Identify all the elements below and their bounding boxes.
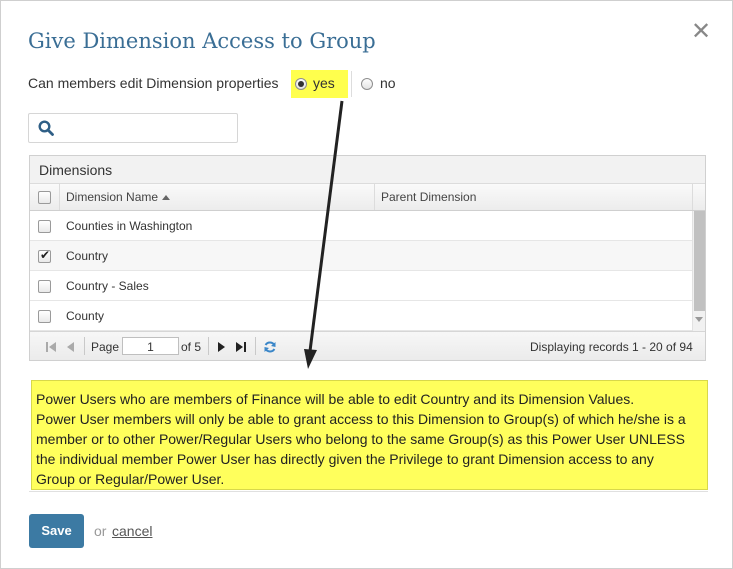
dimensions-grid: Dimensions Dimension Name Parent Dimensi… bbox=[29, 155, 706, 361]
column-parent-dimension-label: Parent Dimension bbox=[381, 190, 477, 204]
sort-ascending-icon bbox=[162, 195, 171, 200]
grid-header: Dimension Name Parent Dimension bbox=[30, 184, 705, 211]
note-line: Power User members will only be able to … bbox=[36, 411, 686, 427]
search-icon bbox=[38, 120, 54, 136]
scrollbar-thumb[interactable] bbox=[694, 211, 705, 311]
pager-divider bbox=[255, 337, 256, 355]
table-row[interactable]: Country - Sales bbox=[30, 271, 692, 301]
pager-divider bbox=[208, 337, 209, 355]
info-note: Power Users who are members of Finance w… bbox=[31, 380, 708, 490]
grid-rows: Counties in Washington Country Country -… bbox=[30, 211, 692, 331]
cancel-link[interactable]: cancel bbox=[112, 523, 152, 539]
table-row[interactable]: Counties in Washington bbox=[30, 211, 692, 241]
note-line: member or to other Power/Regular Users w… bbox=[36, 431, 685, 447]
dialog-title: Give Dimension Access to Group bbox=[28, 29, 376, 53]
radio-yes[interactable] bbox=[295, 78, 307, 90]
radio-no-label[interactable]: no bbox=[380, 75, 396, 91]
divider bbox=[29, 491, 708, 492]
row-checkbox[interactable] bbox=[38, 220, 51, 233]
dimension-name: Country bbox=[66, 249, 109, 263]
scroll-down-icon[interactable] bbox=[695, 317, 703, 322]
table-row[interactable]: County bbox=[30, 301, 692, 331]
next-page-icon[interactable] bbox=[214, 340, 228, 354]
search-input[interactable] bbox=[28, 113, 238, 143]
row-checkbox[interactable] bbox=[38, 280, 51, 293]
close-icon[interactable]: ✕ bbox=[691, 19, 711, 43]
row-checkbox[interactable] bbox=[38, 248, 51, 263]
note-line: Group or Regular/Power User. bbox=[36, 471, 225, 487]
table-row[interactable]: Country bbox=[30, 241, 692, 271]
pager: Page 1 of 5 Displaying records 1 - 20 of… bbox=[30, 331, 705, 360]
row-checkbox[interactable] bbox=[38, 310, 51, 323]
divider bbox=[351, 71, 352, 97]
last-page-icon[interactable] bbox=[234, 340, 248, 354]
dimension-name: Country - Sales bbox=[66, 279, 149, 293]
vertical-scrollbar[interactable] bbox=[692, 211, 705, 331]
column-parent-dimension[interactable]: Parent Dimension bbox=[375, 184, 693, 210]
note-line: Power Users who are members of Finance w… bbox=[36, 391, 635, 407]
previous-page-icon[interactable] bbox=[64, 340, 78, 354]
column-dimension-name[interactable]: Dimension Name bbox=[60, 184, 375, 210]
radio-no[interactable] bbox=[361, 78, 373, 90]
records-status: Displaying records 1 - 20 of 94 bbox=[530, 340, 693, 354]
grid-title: Dimensions bbox=[30, 156, 705, 184]
radio-yes-label[interactable]: yes bbox=[313, 75, 335, 91]
select-all-checkbox[interactable] bbox=[38, 191, 51, 204]
dimension-name: County bbox=[66, 309, 105, 323]
pager-divider bbox=[84, 337, 85, 355]
header-select-all bbox=[30, 184, 60, 210]
first-page-icon[interactable] bbox=[44, 340, 58, 354]
column-dimension-name-label: Dimension Name bbox=[66, 190, 159, 204]
page-label: Page bbox=[91, 340, 120, 354]
or-label: or bbox=[94, 523, 107, 539]
note-line: the individual member Power User has dir… bbox=[36, 451, 654, 467]
dimension-name: Counties in Washington bbox=[66, 219, 193, 233]
edit-properties-label: Can members edit Dimension properties bbox=[28, 75, 279, 91]
save-button[interactable]: Save bbox=[29, 514, 84, 548]
page-number-input[interactable]: 1 bbox=[122, 337, 179, 355]
refresh-icon[interactable] bbox=[263, 340, 277, 354]
page-count: of 5 bbox=[181, 340, 202, 354]
dialog: Give Dimension Access to Group ✕ Can mem… bbox=[0, 0, 733, 569]
